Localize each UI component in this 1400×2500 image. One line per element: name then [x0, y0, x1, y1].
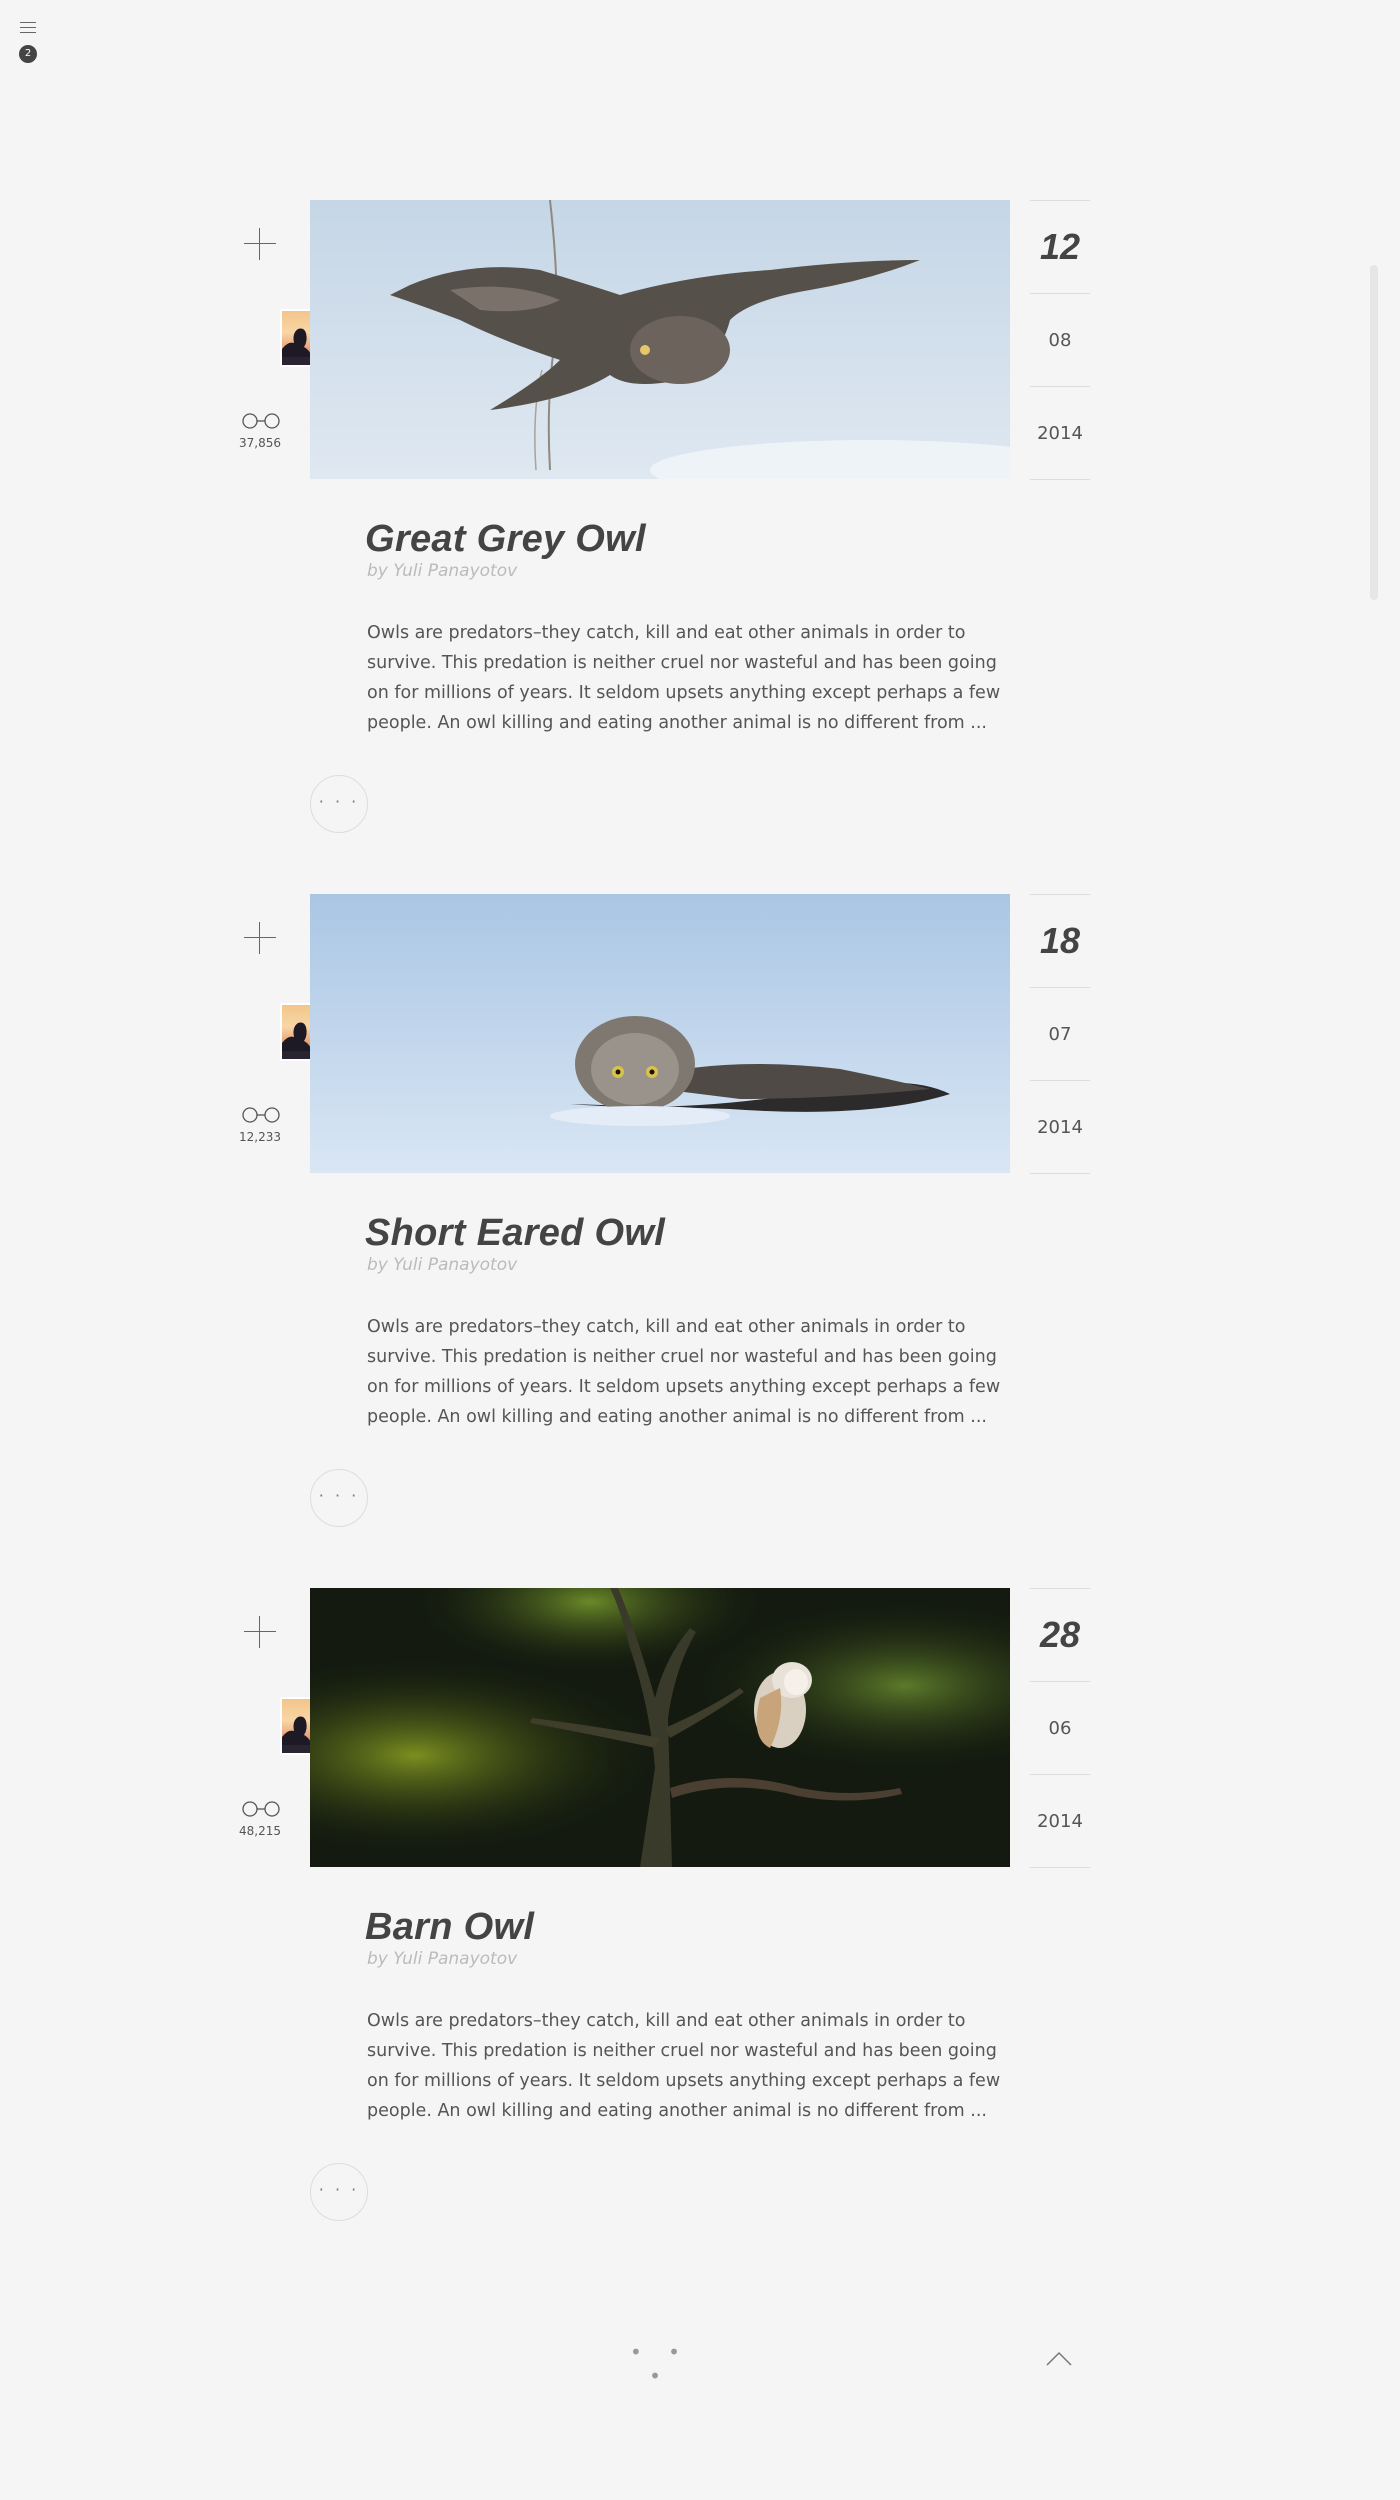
post-author: by Yuli Panayotov	[367, 1949, 518, 1969]
post-title[interactable]: Short Eared Owl	[365, 1212, 665, 1255]
date-year: 2014	[1037, 422, 1083, 444]
post-photo[interactable]	[310, 894, 1010, 1173]
date-year: 2014	[1037, 1810, 1083, 1832]
add-plus-icon[interactable]	[244, 228, 276, 260]
post-photo[interactable]	[310, 200, 1010, 479]
add-plus-icon[interactable]	[244, 1616, 276, 1648]
read-more-button[interactable]: · · ·	[310, 1469, 368, 1527]
post-author: by Yuli Panayotov	[367, 561, 518, 581]
post-date: 18 07 2014	[1030, 894, 1090, 1174]
date-day: 28	[1039, 1614, 1081, 1655]
add-plus-icon[interactable]	[244, 922, 276, 954]
post-photo[interactable]	[310, 1588, 1010, 1867]
menu-button[interactable]	[20, 22, 36, 37]
date-year: 2014	[1037, 1116, 1083, 1138]
post-author: by Yuli Panayotov	[367, 1255, 518, 1275]
post-excerpt: Owls are predators–they catch, kill and …	[367, 623, 1001, 733]
post-date: 28 06 2014	[1030, 1588, 1090, 1868]
load-more-pagination[interactable]: • • •	[630, 2340, 690, 2388]
notification-badge: 2	[19, 45, 37, 63]
read-more-button[interactable]: · · ·	[310, 2163, 368, 2221]
hamburger-icon	[20, 22, 36, 23]
date-day: 18	[1039, 920, 1081, 961]
post-title[interactable]: Barn Owl	[365, 1906, 534, 1949]
post-card: 48,215 28 06 2014 Barn Owl by Yuli Panay…	[0, 1588, 1400, 2228]
date-day: 12	[1039, 226, 1081, 267]
post-excerpt: Owls are predators–they catch, kill and …	[367, 2011, 1001, 2121]
glasses-icon	[242, 1107, 280, 1123]
glasses-icon	[242, 413, 280, 429]
post-card: 12,233 18 07 2014 Short Eared Owl by Yul…	[0, 894, 1400, 1534]
view-count: 37,856	[239, 436, 281, 450]
view-count: 48,215	[239, 1824, 281, 1838]
date-month: 07	[1048, 1023, 1072, 1045]
post-card: 37,856 12 08 2014 Great Grey Owl by Yuli…	[0, 200, 1400, 840]
read-more-button[interactable]: · · ·	[310, 775, 368, 833]
post-excerpt: Owls are predators–they catch, kill and …	[367, 1317, 1001, 1427]
chevron-up-icon[interactable]	[1045, 2348, 1073, 2368]
glasses-icon	[242, 1801, 280, 1817]
view-count: 12,233	[239, 1130, 281, 1144]
date-month: 08	[1048, 329, 1072, 351]
post-title[interactable]: Great Grey Owl	[365, 518, 646, 561]
post-date: 12 08 2014	[1030, 200, 1090, 480]
date-month: 06	[1048, 1717, 1072, 1739]
